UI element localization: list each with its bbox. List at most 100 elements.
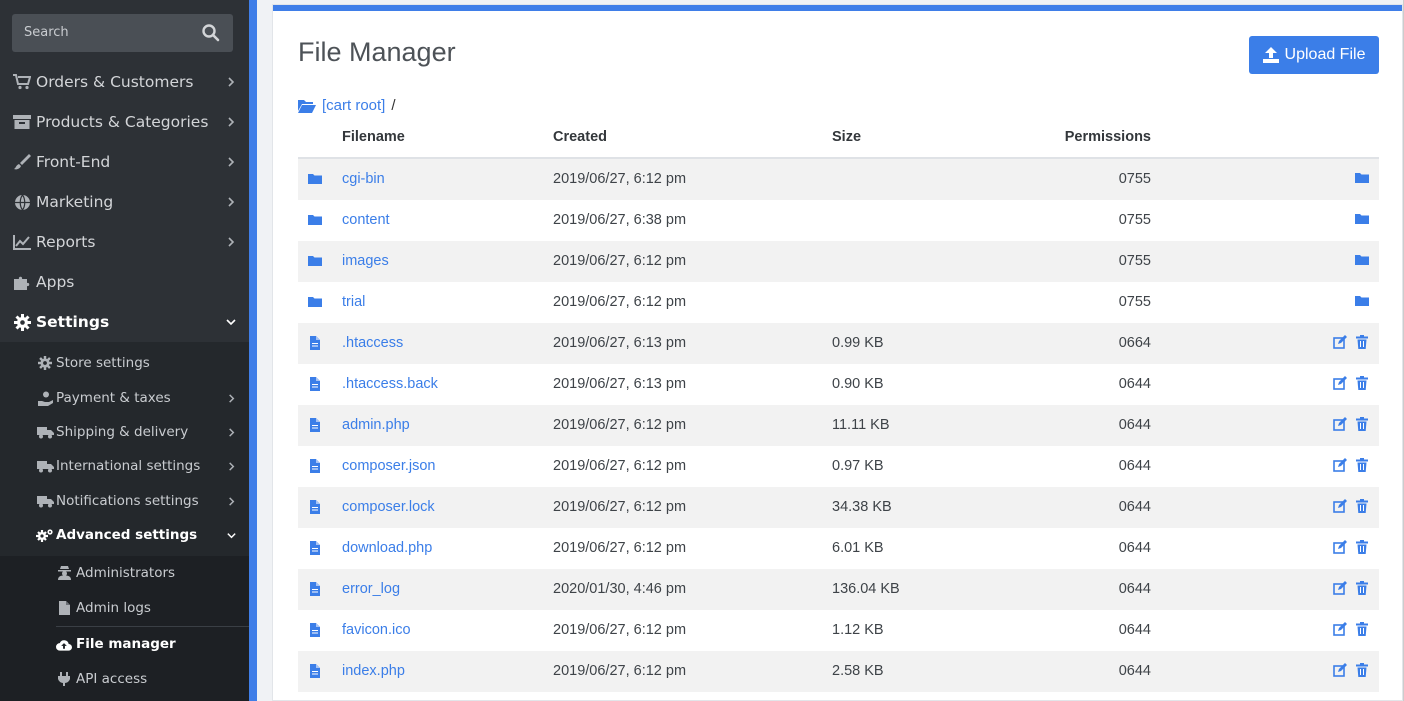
filename-link[interactable]: error_log (342, 581, 400, 597)
search-icon[interactable] (201, 23, 221, 43)
filename-link[interactable]: .htaccess (342, 335, 403, 351)
chevron-right-icon (228, 157, 235, 167)
edit-icon[interactable] (1333, 458, 1347, 472)
sidebar-accent-strip (249, 0, 257, 701)
sidebar-item-reports[interactable]: Reports (0, 222, 249, 262)
sidebar-item-orders-customers[interactable]: Orders & Customers (0, 62, 249, 102)
edit-icon[interactable] (1333, 376, 1347, 390)
truck-icon (36, 458, 54, 474)
upload-icon (1262, 47, 1279, 63)
delete-icon[interactable] (1355, 622, 1369, 636)
search-input[interactable]: Search (12, 14, 233, 52)
filename-link[interactable]: admin.php (342, 417, 410, 433)
size-cell: 34.38 KB (832, 499, 892, 515)
open-folder-icon[interactable] (1355, 171, 1369, 185)
sidebar-item-apps[interactable]: Apps (0, 262, 249, 302)
edit-icon[interactable] (1333, 540, 1347, 554)
edit-icon[interactable] (1333, 622, 1347, 636)
edit-icon[interactable] (1333, 581, 1347, 595)
delete-icon[interactable] (1355, 499, 1369, 513)
delete-icon[interactable] (1355, 540, 1369, 554)
filename-link[interactable]: .htaccess.back (342, 376, 438, 392)
edit-icon[interactable] (1333, 499, 1347, 513)
file-icon (310, 459, 320, 473)
permissions-cell: 0644 (1118, 540, 1151, 556)
filename-link[interactable]: images (342, 253, 389, 269)
archive-icon (12, 113, 32, 131)
file-row: composer.lock 2019/06/27, 6:12 pm 34.38 KB… (298, 487, 1379, 528)
sidebar-item-marketing[interactable]: Marketing (0, 182, 249, 222)
edit-icon[interactable] (1333, 663, 1347, 677)
chevron-right-icon (229, 393, 235, 403)
submenu-item-administrators[interactable]: Administrators (0, 556, 249, 590)
breadcrumb-root-link[interactable]: [cart root] (322, 97, 385, 114)
submenu-item-api-access[interactable]: API access (0, 662, 249, 696)
cart-icon (12, 73, 32, 91)
size-cell: 136.04 KB (832, 581, 900, 597)
column-header-permissions[interactable]: Permissions (1065, 129, 1151, 145)
chevron-right-icon (229, 427, 235, 437)
size-cell: 0.90 KB (832, 376, 884, 392)
file-row: index.php 2019/06/27, 6:12 pm 2.58 KB 0644 (298, 651, 1379, 692)
gears-icon (36, 527, 54, 543)
delete-icon[interactable] (1355, 663, 1369, 677)
filename-link[interactable]: composer.lock (342, 499, 435, 515)
submenu-item-shipping-delivery[interactable]: Shipping & delivery (0, 415, 249, 449)
submenu-item-label: Admin logs (76, 600, 151, 616)
column-header-created[interactable]: Created (553, 129, 607, 145)
upload-file-button[interactable]: Upload File (1249, 36, 1379, 74)
folder-icon (308, 215, 322, 225)
delete-icon[interactable] (1355, 581, 1369, 595)
filename-link[interactable]: index.php (342, 663, 405, 679)
permissions-cell: 0644 (1118, 417, 1151, 433)
plug-icon (56, 671, 72, 687)
filename-link[interactable]: composer.json (342, 458, 436, 474)
size-cell: 2.58 KB (832, 663, 884, 679)
filename-link[interactable]: trial (342, 294, 365, 310)
created-cell: 2019/06/27, 6:12 pm (553, 253, 687, 269)
submenu-item-file-manager[interactable]: File manager (0, 627, 249, 661)
row-actions (1333, 376, 1369, 390)
chevron-right-icon (229, 461, 235, 471)
delete-icon[interactable] (1355, 376, 1369, 390)
submenu-item-advanced-settings[interactable]: Advanced settings (0, 518, 249, 552)
filename-link[interactable]: content (342, 212, 390, 228)
filename-link[interactable]: favicon.ico (342, 622, 411, 638)
folder-icon (308, 256, 322, 266)
file-icon (310, 500, 320, 514)
edit-icon[interactable] (1333, 335, 1347, 349)
chevron-down-icon (227, 532, 236, 538)
panel-top-border (273, 5, 1402, 11)
submenu-item-admin-logs[interactable]: Admin logs (0, 591, 249, 625)
delete-icon[interactable] (1355, 417, 1369, 431)
submenu-item-store-settings[interactable]: Store settings (0, 346, 249, 380)
sidebar-item-settings[interactable]: Settings (0, 302, 249, 342)
sidebar-item-products-categories[interactable]: Products & Categories (0, 102, 249, 142)
delete-icon[interactable] (1355, 335, 1369, 349)
open-folder-icon[interactable] (1355, 253, 1369, 267)
submenu-item-label: Store settings (56, 355, 150, 371)
submenu-item-notifications-settings[interactable]: Notifications settings (0, 484, 249, 518)
submenu-item-label: File manager (76, 636, 176, 652)
delete-icon[interactable] (1355, 458, 1369, 472)
created-cell: 2019/06/27, 6:12 pm (553, 171, 687, 187)
column-header-filename[interactable]: Filename (342, 129, 405, 145)
filename-link[interactable]: cgi-bin (342, 171, 385, 187)
column-header-size[interactable]: Size (832, 129, 861, 145)
folder-row: images 2019/06/27, 6:12 pm 0755 (298, 241, 1379, 282)
submenu-item-international-settings[interactable]: International settings (0, 449, 249, 483)
search-placeholder: Search (24, 25, 69, 40)
open-folder-icon[interactable] (1355, 294, 1369, 308)
edit-icon[interactable] (1333, 417, 1347, 431)
created-cell: 2019/06/27, 6:12 pm (553, 458, 687, 474)
created-cell: 2019/06/27, 6:12 pm (553, 622, 687, 638)
file-row: .htaccess.back 2019/06/27, 6:13 pm 0.90 KB… (298, 364, 1379, 405)
file-row: composer.json 2019/06/27, 6:12 pm 0.97 KB 0… (298, 446, 1379, 487)
folder-icon (308, 297, 322, 307)
sidebar-item-front-end[interactable]: Front-End (0, 142, 249, 182)
filename-link[interactable]: download.php (342, 540, 432, 556)
file-icon (310, 336, 320, 350)
open-folder-icon[interactable] (1355, 212, 1369, 226)
user-secret-icon (56, 565, 72, 581)
submenu-item-payment-taxes[interactable]: Payment & taxes (0, 381, 249, 415)
